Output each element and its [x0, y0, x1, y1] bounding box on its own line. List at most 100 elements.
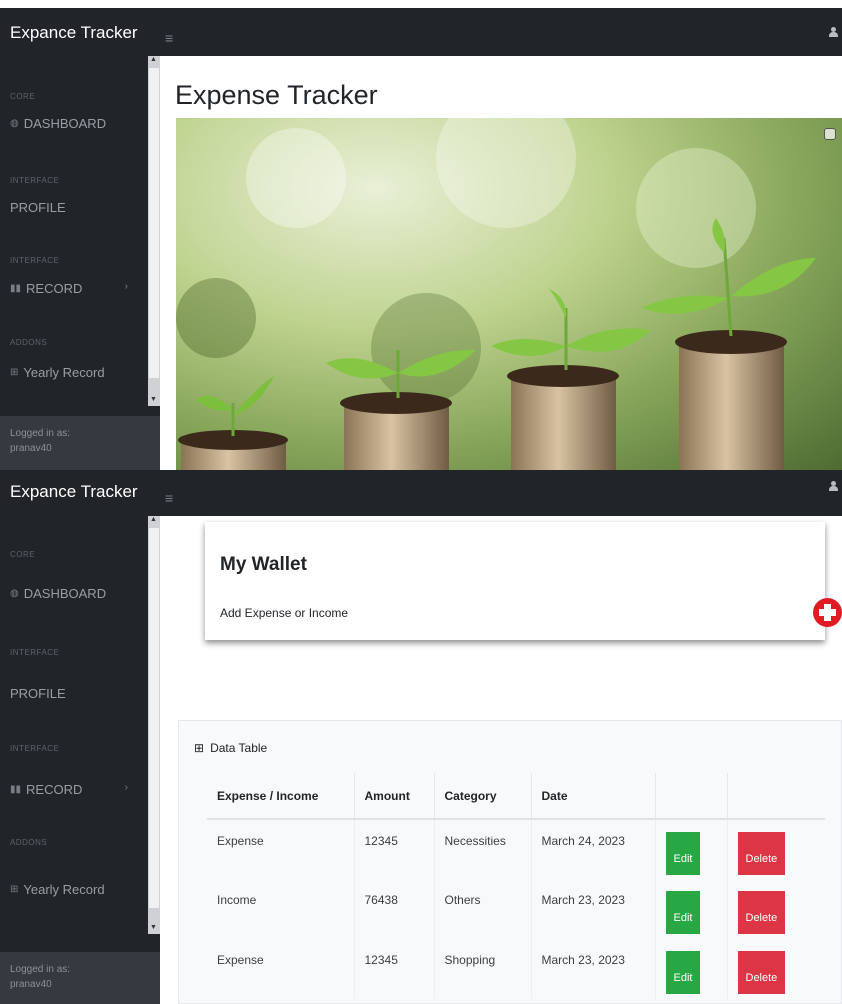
cell-delete: Delete [727, 939, 825, 999]
table-header-row: Expense / Income Amount Category Date [207, 773, 825, 820]
hero-image [176, 118, 842, 470]
cell-delete: Delete [727, 879, 825, 939]
sidebar-item-dashboard[interactable]: ◍ DASHBOARD [10, 116, 106, 131]
table-icon: ⊞ [194, 741, 205, 755]
column-header [727, 773, 825, 820]
logged-in-user: pranav40 [10, 979, 52, 990]
scroll-down-icon[interactable]: ▼ [150, 396, 157, 403]
sidebar-heading-core: CORE [10, 92, 36, 101]
scroll-up-icon[interactable]: ▲ [150, 56, 157, 63]
cell-type: Expense [207, 939, 355, 999]
cell-amount: 12345 [354, 819, 435, 879]
cell-date: March 23, 2023 [531, 879, 656, 939]
delete-button[interactable]: Delete [737, 832, 786, 875]
brand-link[interactable]: Expance Tracker [10, 482, 138, 502]
column-header [655, 773, 728, 820]
page-title: Expense Tracker [175, 80, 378, 110]
cell-edit: Edit [655, 819, 728, 879]
user-menu-icon[interactable] [828, 481, 838, 491]
column-header[interactable]: Amount [354, 773, 435, 820]
cell-delete: Delete [727, 819, 825, 879]
sidebar-item-label: PROFILE [10, 686, 66, 701]
sidebar-item-yearly-record[interactable]: ⊞ Yearly Record [10, 882, 105, 897]
cell-edit: Edit [655, 939, 728, 999]
sidebar-item-label: DASHBOARD [23, 586, 107, 601]
sidebar-footer: Logged in as: pranav40 [0, 952, 160, 1004]
sidebar-item-yearly-record[interactable]: ⊞ Yearly Record [10, 365, 105, 380]
sidebar: CORE ◍ DASHBOARD INTERFACE PROFILE INTER… [0, 516, 160, 1004]
sidebar-item-profile[interactable]: PROFILE [10, 200, 66, 215]
sidebar-toggle-icon[interactable]: ≡ [165, 30, 173, 46]
sidebar-item-dashboard[interactable]: ◍ DASHBOARD [10, 586, 106, 601]
scrollbar-thumb[interactable] [149, 528, 159, 908]
cell-amount: 12345 [354, 939, 435, 999]
columns-icon: ▮▮ [10, 283, 22, 294]
sidebar-item-label: Yearly Record [23, 882, 105, 897]
cell-category: Necessities [434, 819, 532, 879]
sidebar-scrollbar[interactable]: ▲ ▼ [148, 516, 160, 934]
edit-button[interactable]: Edit [665, 951, 701, 994]
user-menu-icon[interactable] [828, 27, 838, 37]
cell-edit: Edit [655, 879, 728, 939]
table-icon: ⊞ [10, 884, 19, 895]
data-table-header: ⊞ Data Table [194, 741, 267, 755]
logged-in-label: Logged in as: [10, 428, 71, 439]
top-navbar: Expance Tracker ≡ [0, 8, 842, 56]
cell-date: March 24, 2023 [531, 819, 656, 879]
sidebar: CORE ◍ DASHBOARD INTERFACE PROFILE INTER… [0, 56, 160, 470]
screenshot-capture-icon[interactable] [824, 128, 836, 140]
cell-type: Income [207, 879, 355, 939]
data-table-card: ⊞ Data Table Expense / Income Amount Cat… [178, 720, 842, 1004]
chevron-right-icon: › [124, 782, 128, 793]
delete-button[interactable]: Delete [737, 891, 786, 934]
sidebar-heading-addons: ADDONS [10, 838, 48, 847]
sidebar-heading-interface: INTERFACE [10, 648, 60, 657]
chevron-right-icon: › [124, 281, 128, 292]
dashboard-icon: ◍ [10, 118, 19, 129]
column-header[interactable]: Expense / Income [207, 773, 355, 820]
sidebar-toggle-icon[interactable]: ≡ [165, 490, 173, 506]
hero-illustration [176, 118, 816, 470]
wallet-subtitle: Add Expense or Income [220, 606, 349, 620]
sidebar-heading-interface: INTERFACE [10, 256, 60, 265]
sidebar-item-record[interactable]: ▮▮ RECORD › [10, 281, 150, 296]
edit-button[interactable]: Edit [665, 891, 701, 934]
sidebar-item-label: RECORD [26, 782, 83, 797]
columns-icon: ▮▮ [10, 784, 22, 795]
table-icon: ⊞ [10, 367, 19, 378]
cell-category: Shopping [434, 939, 532, 999]
scroll-down-icon[interactable]: ▼ [150, 924, 157, 931]
scroll-up-icon[interactable]: ▲ [150, 516, 157, 523]
dashboard-view-top: Expance Tracker ≡ CORE ◍ DASHBOARD INTER… [0, 8, 842, 470]
scrollbar-thumb[interactable] [149, 68, 159, 378]
sidebar-item-label: DASHBOARD [23, 116, 107, 131]
sidebar-heading-interface: INTERFACE [10, 744, 60, 753]
sidebar-heading-core: CORE [10, 550, 36, 559]
brand-link[interactable]: Expance Tracker [10, 23, 138, 43]
data-table-title: Data Table [210, 741, 268, 755]
add-expense-button[interactable] [813, 598, 842, 627]
cell-category: Others [434, 879, 532, 939]
table-row: Expense 12345 Shopping March 23, 2023 Ed… [207, 939, 825, 999]
dashboard-view-bottom: Expance Tracker ≡ CORE ◍ DASHBOARD INTER… [0, 470, 842, 1004]
table-row: Income 76438 Others March 23, 2023 Edit … [207, 879, 825, 939]
sidebar-heading-interface: INTERFACE [10, 176, 60, 185]
sidebar-item-profile[interactable]: PROFILE [10, 686, 66, 701]
sidebar-item-label: RECORD [26, 281, 83, 296]
sidebar-footer: Logged in as: pranav40 [0, 416, 160, 470]
sidebar-item-record[interactable]: ▮▮ RECORD › [10, 782, 150, 797]
logged-in-user: pranav40 [10, 443, 52, 454]
expense-table: Expense / Income Amount Category Date Ex… [207, 773, 825, 999]
cell-type: Expense [207, 819, 355, 879]
cell-amount: 76438 [354, 879, 435, 939]
sidebar-scrollbar[interactable]: ▲ ▼ [148, 56, 160, 406]
column-header[interactable]: Date [531, 773, 656, 820]
wallet-card: My Wallet Add Expense or Income [205, 522, 825, 640]
sidebar-item-label: Yearly Record [23, 365, 105, 380]
column-header[interactable]: Category [434, 773, 532, 820]
edit-button[interactable]: Edit [665, 832, 701, 875]
top-navbar: Expance Tracker ≡ [0, 470, 842, 516]
delete-button[interactable]: Delete [737, 951, 786, 994]
sidebar-item-label: PROFILE [10, 200, 66, 215]
cell-date: March 23, 2023 [531, 939, 656, 999]
